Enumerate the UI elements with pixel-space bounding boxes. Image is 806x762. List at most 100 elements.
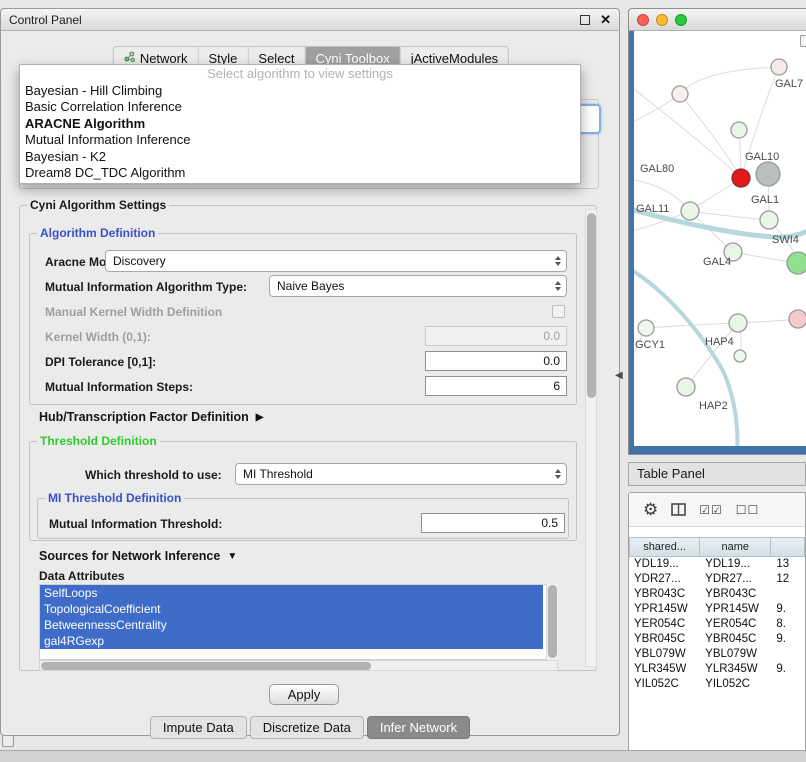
table-row[interactable]: YLR345WYLR345W9. [629, 662, 805, 677]
table-row[interactable]: YER054CYER054C8. [629, 617, 805, 632]
table-cell: YIL052C [700, 677, 771, 692]
mi-steps-field[interactable]: 6 [425, 376, 567, 396]
table-cell: YLR345W [700, 662, 771, 677]
deselect-all-checkboxes-icon[interactable]: ☐☐ [736, 503, 760, 517]
attribute-item-topologicalcoefficient[interactable]: TopologicalCoefficient [40, 601, 543, 617]
network-overview-toggle[interactable] [800, 35, 806, 47]
kernel-width-field[interactable]: 0.0 [425, 326, 567, 346]
mac-close-icon[interactable] [637, 14, 649, 26]
network-node[interactable] [677, 378, 695, 396]
mac-minimize-icon[interactable] [656, 14, 668, 26]
table-column-header-name[interactable]: name [700, 537, 771, 557]
settings-scrollbar[interactable] [585, 209, 597, 667]
network-edge [680, 94, 741, 178]
hub-transcription-factor-section[interactable]: Hub/Transcription Factor Definition ▶ [39, 410, 263, 424]
attributes-list-hscrollbar[interactable] [39, 660, 558, 671]
table-row[interactable]: YPR145WYPR145W9. [629, 602, 805, 617]
table-row[interactable]: YBL079WYBL079W [629, 647, 805, 662]
expand-right-icon[interactable]: ▶ [256, 412, 264, 423]
table-cell: 8. [771, 617, 805, 632]
network-node[interactable] [731, 122, 747, 138]
aracne-mode-value: Discovery [106, 254, 550, 268]
kernel-width-label: Kernel Width (0,1): [45, 330, 151, 344]
apply-button[interactable]: Apply [269, 684, 339, 705]
attribute-item-gal4rgexp[interactable]: gal4RGexp [40, 633, 543, 649]
mi-threshold-field[interactable]: 0.5 [421, 513, 565, 533]
network-node[interactable] [732, 169, 750, 187]
network-node-label: HAP2 [699, 400, 728, 412]
attributes-list-vscrollbar-thumb[interactable] [548, 585, 557, 658]
bottom-tab-impute-data[interactable]: Impute Data [150, 716, 247, 739]
network-node[interactable] [756, 162, 780, 186]
algorithm-option-mutual-information-inference[interactable]: Mutual Information Inference [20, 132, 580, 149]
attributes-list-vscrollbar[interactable] [546, 584, 558, 660]
which-threshold-select[interactable]: MI Threshold [235, 463, 567, 485]
table-cell: YBL079W [700, 647, 771, 662]
expand-down-icon[interactable]: ▼ [227, 551, 237, 562]
attribute-item-betweennesscentrality[interactable]: BetweennessCentrality [40, 617, 543, 633]
table-header: shared...name [629, 537, 805, 557]
manual-kernel-width-checkbox[interactable] [552, 305, 565, 318]
network-node[interactable] [734, 350, 746, 362]
table-row[interactable]: YIL052CYIL052C [629, 677, 805, 692]
algorithm-option-bayesian-hill-climbing[interactable]: Bayesian - Hill Climbing [20, 83, 580, 100]
network-canvas[interactable]: GAL7GAL80GAL10GAL11GAL1SWI4GAL4GCY1HAP4H… [634, 31, 806, 446]
bottom-tab-infer-network[interactable]: Infer Network [367, 716, 470, 739]
columns-icon[interactable] [671, 503, 686, 516]
algorithm-option-aracne-algorithm[interactable]: ARACNE Algorithm [20, 116, 580, 133]
network-node[interactable] [672, 86, 688, 102]
table-row[interactable]: YBR043CYBR043C [629, 587, 805, 602]
network-node[interactable] [787, 252, 806, 274]
aracne-mode-select[interactable]: Discovery [105, 250, 567, 272]
network-node-label: GAL11 [636, 203, 669, 215]
bottom-tab-discretize-data[interactable]: Discretize Data [250, 716, 364, 739]
network-canvas-frame: GAL7GAL80GAL10GAL11GAL1SWI4GAL4GCY1HAP4H… [629, 31, 806, 454]
network-node[interactable] [789, 310, 806, 328]
mi-algorithm-type-select[interactable]: Naive Bayes [269, 275, 567, 297]
table-column-header-shared[interactable]: shared... [629, 537, 700, 557]
table-column-header-2[interactable] [771, 537, 805, 557]
status-strip [0, 750, 806, 762]
dpi-tolerance-field[interactable]: 0.0 [425, 351, 567, 371]
table-cell: YBR043C [700, 587, 771, 602]
table-row[interactable]: YDR27...YDR27...12 [629, 572, 805, 587]
algorithm-option-basic-correlation-inference[interactable]: Basic Correlation Inference [20, 99, 580, 116]
network-node[interactable] [771, 59, 787, 75]
algorithm-option-bayesian-k2[interactable]: Bayesian - K2 [20, 149, 580, 166]
table-cell: YER054C [700, 617, 771, 632]
table-cell: YBR045C [629, 632, 700, 647]
algorithm-option-dream8-dc-tdc-algorithm[interactable]: Dream8 DC_TDC Algorithm [20, 165, 580, 182]
network-node[interactable] [729, 314, 747, 332]
select-all-checkboxes-icon[interactable]: ☑☑ [699, 503, 723, 517]
network-window-titlebar [629, 9, 806, 31]
table-cell: 9. [771, 602, 805, 617]
network-node-label: GAL7 [775, 78, 803, 90]
network-node[interactable] [760, 211, 778, 229]
float-window-icon[interactable] [580, 15, 590, 25]
attributes-list-hscrollbar-thumb[interactable] [41, 662, 371, 670]
table-row[interactable]: YDL19...YDL19...13 [629, 557, 805, 572]
table-panel-title: Table Panel [637, 466, 705, 481]
mi-threshold-definition-title: MI Threshold Definition [45, 491, 184, 505]
minimized-panel-icon[interactable] [2, 735, 14, 747]
sources-label: Sources for Network Inference [39, 549, 220, 563]
data-attributes-list[interactable]: SelfLoopsTopologicalCoefficientBetweenne… [39, 584, 558, 660]
network-graph[interactable]: GAL7GAL80GAL10GAL11GAL1SWI4GAL4GCY1HAP4H… [634, 31, 806, 446]
settings-scrollbar-thumb[interactable] [587, 213, 596, 398]
network-edge [690, 211, 769, 220]
table-cell [771, 587, 805, 602]
network-node[interactable] [681, 202, 699, 220]
network-node[interactable] [638, 320, 654, 336]
mac-zoom-icon[interactable] [675, 14, 687, 26]
window-title: Control Panel [9, 13, 580, 27]
table-cell [771, 647, 805, 662]
attribute-item-selfloops[interactable]: SelfLoops [40, 585, 543, 601]
traffic-lights [637, 14, 687, 26]
panel-collapse-icon[interactable]: ◀ [615, 370, 623, 381]
network-view-window: GAL7GAL80GAL10GAL11GAL1SWI4GAL4GCY1HAP4H… [628, 8, 806, 455]
gear-icon[interactable]: ⚙ [643, 501, 658, 518]
table-row[interactable]: YBR045CYBR045C9. [629, 632, 805, 647]
stepper-icon [550, 256, 566, 266]
close-window-icon[interactable]: ✕ [600, 13, 611, 26]
sources-for-network-inference-section[interactable]: Sources for Network Inference ▼ [39, 549, 237, 563]
